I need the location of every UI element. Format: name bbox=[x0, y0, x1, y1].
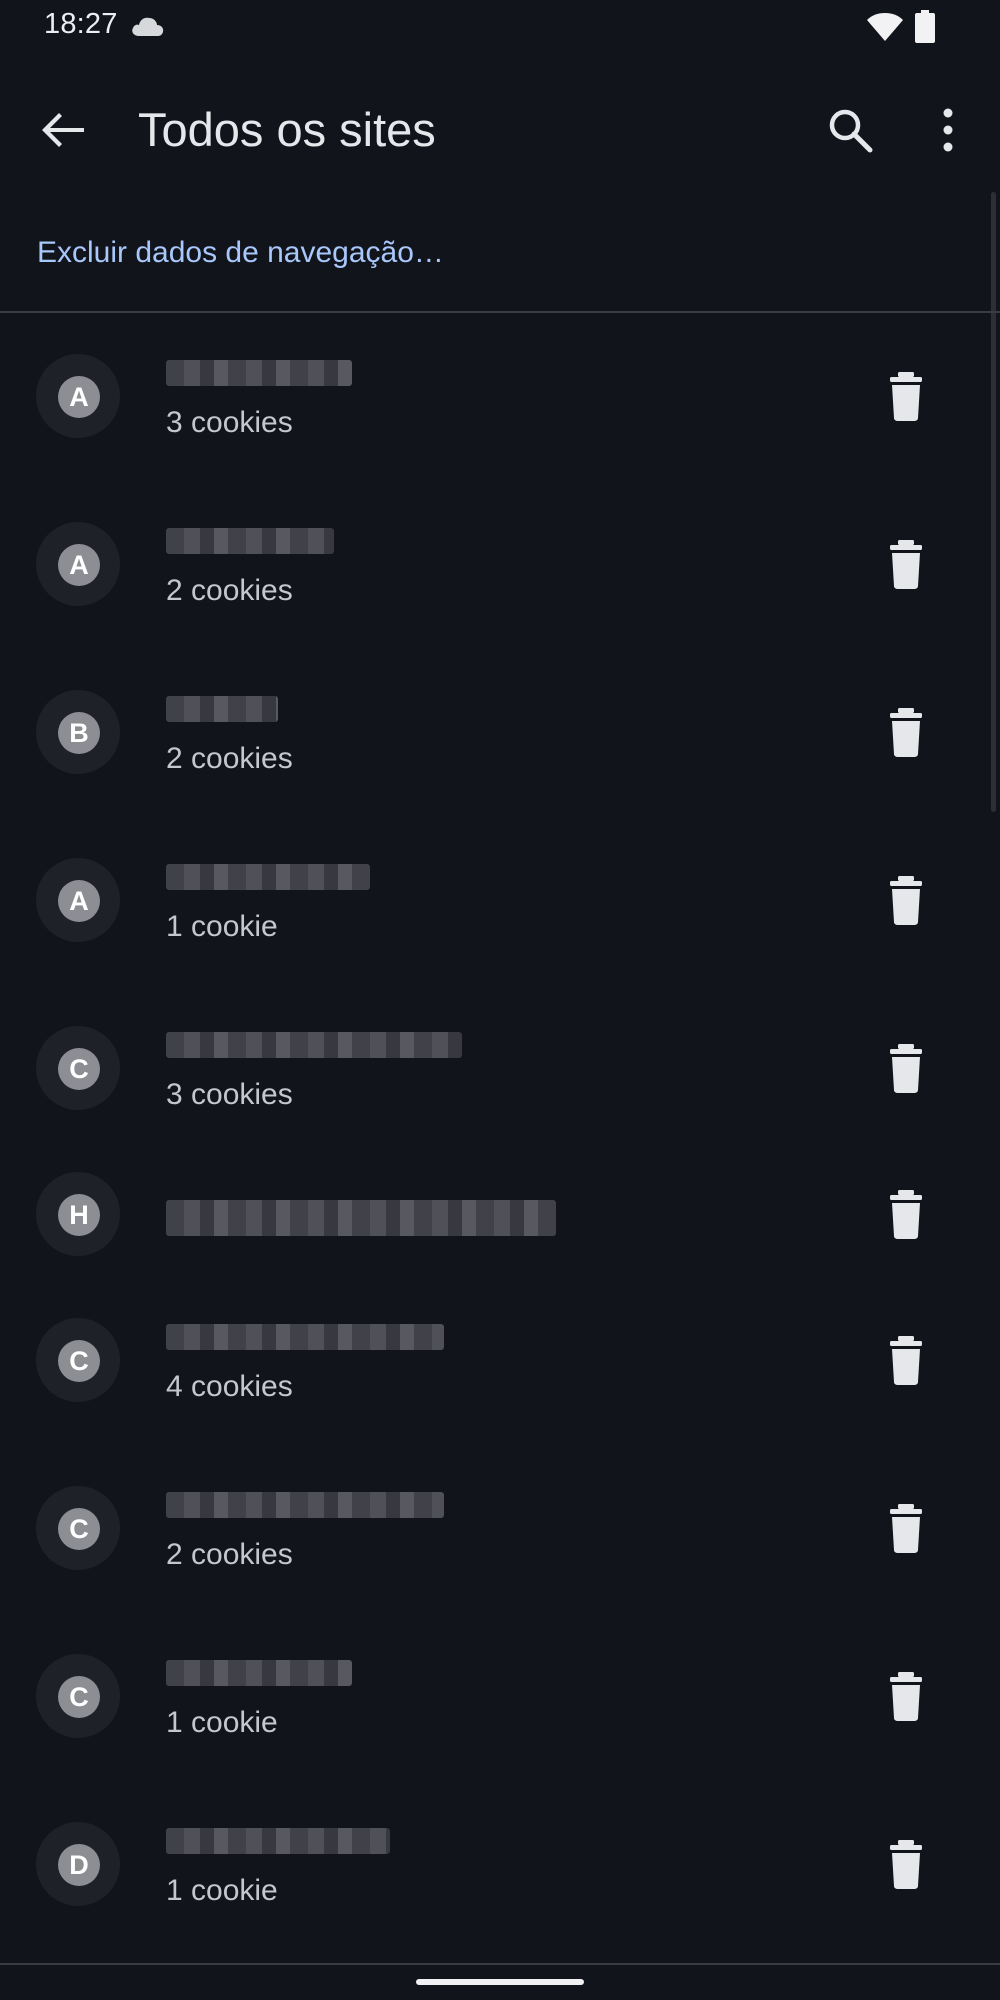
delete-site-data-button[interactable] bbox=[880, 536, 932, 592]
trash-icon bbox=[890, 1672, 922, 1721]
site-cookie-count: 1 cookie bbox=[166, 910, 278, 943]
gesture-nav-handle[interactable] bbox=[416, 1979, 584, 1985]
site-name-redacted bbox=[166, 1200, 556, 1236]
site-favicon: A bbox=[36, 354, 120, 438]
status-time: 18:27 bbox=[44, 8, 118, 40]
site-cookie-count: 3 cookies bbox=[166, 1078, 293, 1111]
status-bar: 18:27 bbox=[0, 0, 1000, 56]
more-options-button[interactable] bbox=[920, 100, 976, 160]
trash-icon bbox=[890, 1336, 922, 1385]
site-initial: C bbox=[58, 1340, 100, 1382]
trash-icon bbox=[890, 540, 922, 589]
search-icon bbox=[829, 109, 873, 153]
trash-icon bbox=[890, 1840, 922, 1889]
site-row[interactable]: C 2 cookies bbox=[0, 1462, 1000, 1602]
trash-icon bbox=[890, 708, 922, 757]
site-name-redacted bbox=[166, 696, 278, 722]
trash-icon bbox=[890, 1504, 922, 1553]
site-row[interactable]: B 2 cookies bbox=[0, 666, 1000, 806]
site-favicon: B bbox=[36, 690, 120, 774]
site-name-redacted bbox=[166, 1828, 390, 1854]
more-vert-icon bbox=[943, 108, 953, 152]
site-cookie-count: 3 cookies bbox=[166, 406, 293, 439]
page-title: Todos os sites bbox=[138, 103, 436, 156]
site-name-redacted bbox=[166, 360, 352, 386]
site-initial: C bbox=[58, 1048, 100, 1090]
site-favicon: C bbox=[36, 1486, 120, 1570]
arrow-back-icon bbox=[42, 113, 84, 147]
site-name-redacted bbox=[166, 1660, 352, 1686]
delete-site-data-button[interactable] bbox=[880, 1836, 932, 1892]
site-favicon: A bbox=[36, 522, 120, 606]
site-initial: H bbox=[58, 1194, 100, 1236]
site-initial: D bbox=[58, 1844, 100, 1886]
site-cookie-count: 1 cookie bbox=[166, 1874, 278, 1907]
app-bar: Todos os sites bbox=[0, 70, 1000, 190]
delete-site-data-button[interactable] bbox=[880, 1040, 932, 1096]
site-row[interactable]: D 1 cookie bbox=[0, 1798, 1000, 1938]
site-favicon: H bbox=[36, 1172, 120, 1256]
site-row[interactable]: C 4 cookies bbox=[0, 1294, 1000, 1434]
trash-icon bbox=[890, 1044, 922, 1093]
site-cookie-count: 4 cookies bbox=[166, 1370, 293, 1403]
cloud-icon bbox=[132, 17, 164, 36]
site-cookie-count: 2 cookies bbox=[166, 1538, 293, 1571]
site-favicon: C bbox=[36, 1654, 120, 1738]
site-row[interactable]: A 3 cookies bbox=[0, 330, 1000, 470]
site-row[interactable]: H bbox=[0, 1148, 1000, 1288]
site-row[interactable]: A 1 cookie bbox=[0, 834, 1000, 974]
site-name-redacted bbox=[166, 1492, 444, 1518]
site-cookie-count: 2 cookies bbox=[166, 574, 293, 607]
delete-site-data-button[interactable] bbox=[880, 368, 932, 424]
wifi-icon bbox=[867, 13, 903, 41]
clear-browsing-data-link[interactable]: Excluir dados de navegação… bbox=[37, 236, 444, 270]
delete-site-data-button[interactable] bbox=[880, 1332, 932, 1388]
site-initial: A bbox=[58, 376, 100, 418]
back-button[interactable] bbox=[34, 100, 94, 160]
delete-site-data-button[interactable] bbox=[880, 1668, 932, 1724]
search-button[interactable] bbox=[820, 100, 880, 160]
site-cookie-count: 1 cookie bbox=[166, 1706, 278, 1739]
site-initial: A bbox=[58, 880, 100, 922]
delete-site-data-button[interactable] bbox=[880, 704, 932, 760]
battery-icon bbox=[915, 10, 935, 43]
delete-site-data-button[interactable] bbox=[880, 1500, 932, 1556]
site-name-redacted bbox=[166, 864, 370, 890]
site-favicon: A bbox=[36, 858, 120, 942]
site-favicon: D bbox=[36, 1822, 120, 1906]
divider bbox=[0, 311, 1000, 313]
site-initial: C bbox=[58, 1508, 100, 1550]
delete-site-data-button[interactable] bbox=[880, 1186, 932, 1242]
site-favicon: C bbox=[36, 1318, 120, 1402]
site-initial: C bbox=[58, 1676, 100, 1718]
trash-icon bbox=[890, 1190, 922, 1239]
divider bbox=[0, 1963, 1000, 1965]
site-name-redacted bbox=[166, 1032, 462, 1058]
site-row[interactable]: C 1 cookie bbox=[0, 1630, 1000, 1770]
site-name-redacted bbox=[166, 528, 334, 554]
trash-icon bbox=[890, 372, 922, 421]
site-initial: A bbox=[58, 544, 100, 586]
site-initial: B bbox=[58, 712, 100, 754]
site-row[interactable]: A 2 cookies bbox=[0, 498, 1000, 638]
site-cookie-count: 2 cookies bbox=[166, 742, 293, 775]
site-favicon: C bbox=[36, 1026, 120, 1110]
delete-site-data-button[interactable] bbox=[880, 872, 932, 928]
trash-icon bbox=[890, 876, 922, 925]
site-name-redacted bbox=[166, 1324, 444, 1350]
site-row[interactable]: C 3 cookies bbox=[0, 1002, 1000, 1142]
